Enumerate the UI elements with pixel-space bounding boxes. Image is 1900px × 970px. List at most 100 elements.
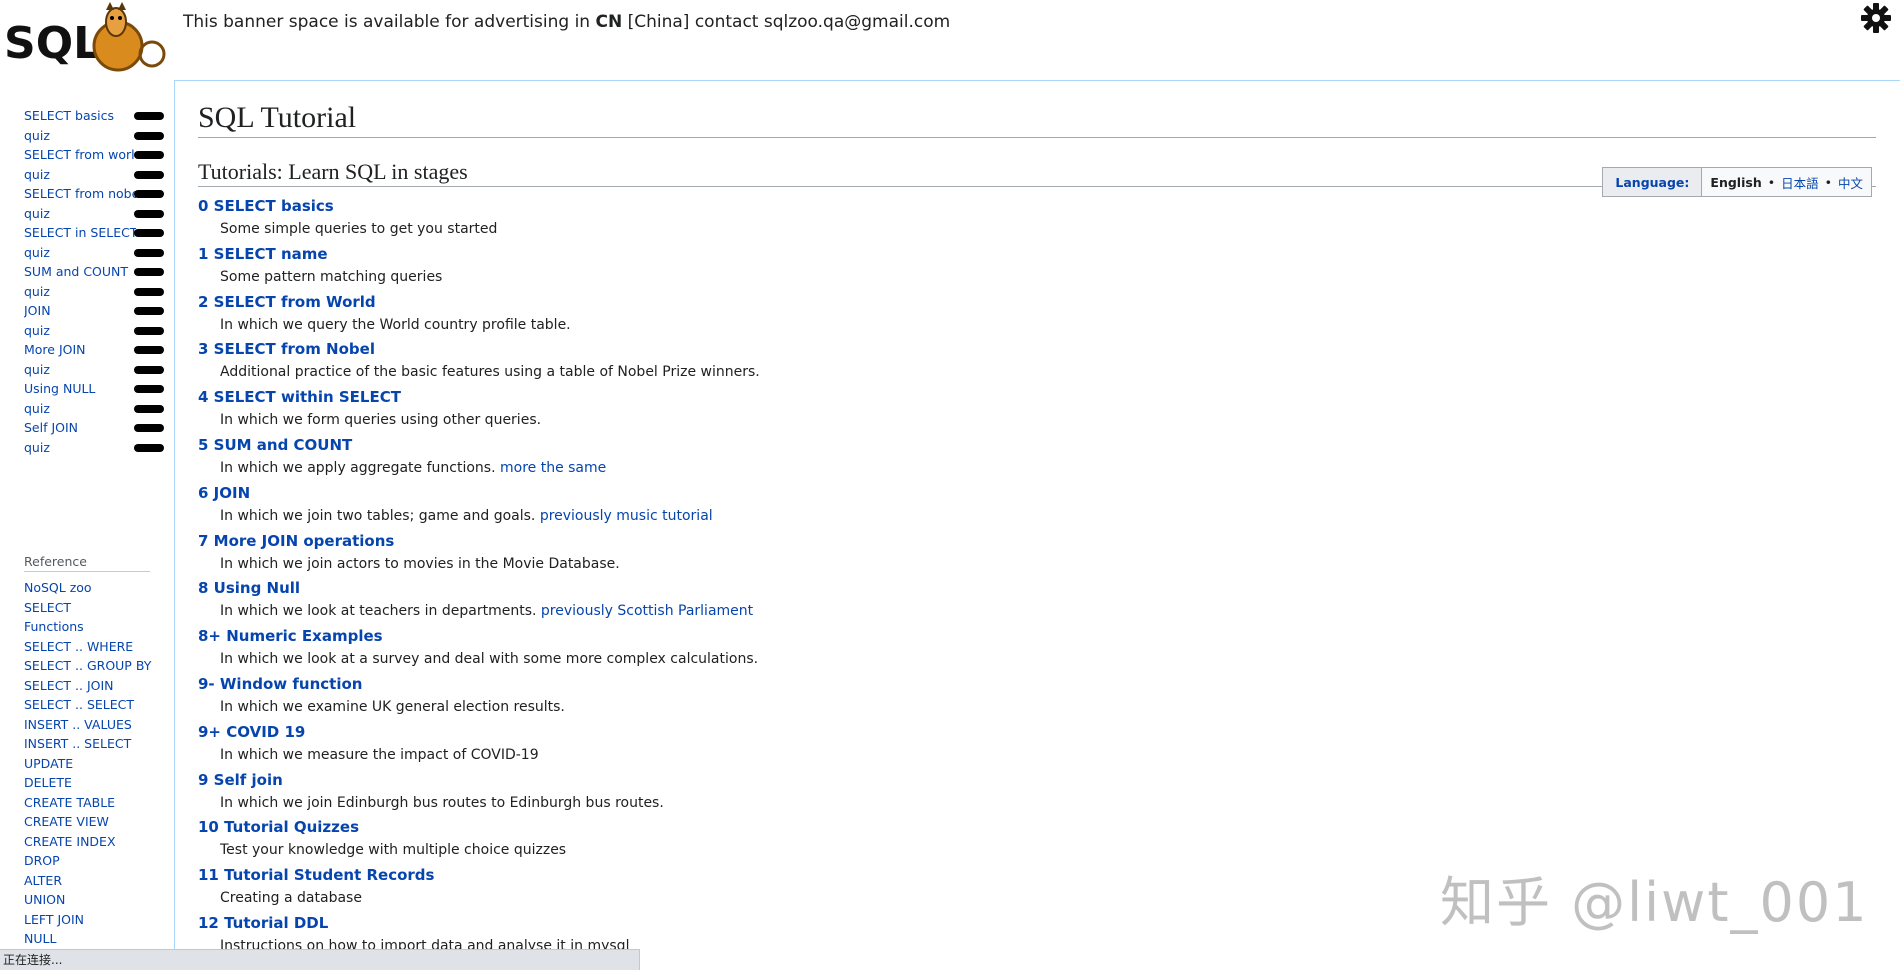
sidebar-reference-link[interactable]: SELECT .. SELECT — [24, 697, 134, 712]
sidebar-tutorial-link[interactable]: Using NULL — [24, 379, 136, 399]
sidebar-reference-item: SELECT .. GROUP BY — [24, 656, 151, 676]
tutorial-description-text: In which we look at teachers in departme… — [220, 603, 541, 620]
tutorial-title-link[interactable]: 6 JOIN — [198, 481, 760, 505]
tutorial-description: In which we query the World country prof… — [198, 314, 760, 338]
sidebar-reference-link[interactable]: UPDATE — [24, 756, 73, 771]
tutorial-list: 0 SELECT basics Some simple queries to ge… — [198, 194, 760, 959]
tutorial-title-link[interactable]: 2 SELECT from World — [198, 290, 760, 314]
gear-icon[interactable] — [1860, 2, 1892, 34]
sidebar-reference-nav: NoSQL zoo SELECT Functions SELECT .. WHERE S… — [24, 578, 151, 949]
tutorial-title-link[interactable]: 8+ Numeric Examples — [198, 624, 760, 648]
sidebar-tutorial-nav: SELECT basics quiz SELECT from world quiz SE… — [24, 106, 168, 457]
tutorial-description-text: Some simple queries to get you started — [220, 221, 498, 237]
sidebar-tutorial-link[interactable]: SELECT from world — [24, 145, 136, 165]
tutorial-title-link[interactable]: 7 More JOIN operations — [198, 529, 760, 553]
sidebar-reference-link[interactable]: SELECT .. GROUP BY — [24, 658, 151, 673]
tutorial-item: 11 Tutorial Student Records Creating a da… — [198, 863, 760, 911]
tutorial-description-text: In which we look at a survey and deal wi… — [220, 651, 759, 668]
sidebar-tutorial-link[interactable]: Self JOIN — [24, 418, 136, 438]
sidebar-reference-link[interactable]: INSERT .. SELECT — [24, 736, 131, 751]
sidebar-tutorial-link[interactable]: SELECT basics — [24, 106, 136, 126]
sidebar-tutorial-link[interactable]: SELECT from nobel — [24, 184, 136, 204]
tutorial-title-link[interactable]: 11 Tutorial Student Records — [198, 863, 760, 887]
sidebar-reference-link[interactable]: Functions — [24, 619, 84, 634]
sidebar-item: SELECT basics — [24, 106, 168, 126]
sidebar-quiz-link[interactable]: quiz — [24, 399, 136, 419]
tutorial-description: Some pattern matching queries — [198, 266, 760, 290]
language-selector: Language: English • 日本語 • 中文 — [1602, 167, 1872, 197]
sidebar-item: quiz — [24, 399, 168, 419]
tutorial-item: 6 JOIN In which we join two tables; game … — [198, 481, 760, 529]
tutorial-description: In which we form queries using other que… — [198, 409, 760, 433]
tutorial-description: In which we look at teachers in departme… — [198, 600, 760, 624]
tutorial-title-link[interactable]: 9+ COVID 19 — [198, 720, 760, 744]
sidebar-item: quiz — [24, 438, 168, 458]
tutorial-title-link[interactable]: 8 Using Null — [198, 576, 760, 600]
tutorial-description-text: In which we join two tables; game and go… — [220, 507, 540, 524]
sqlzoo-logo[interactable]: SQL — [0, 0, 170, 76]
sidebar-quiz-link[interactable]: quiz — [24, 360, 136, 380]
tutorial-item: 9+ COVID 19 In which we measure the impac… — [198, 720, 760, 768]
tutorial-title-link[interactable]: 12 Tutorial DDL — [198, 911, 760, 935]
tutorial-item: 8 Using Null In which we look at teachers… — [198, 576, 760, 624]
sidebar-reference-item: CREATE INDEX — [24, 832, 151, 852]
sidebar-reference-link[interactable]: CREATE VIEW — [24, 814, 109, 829]
tutorial-title-link[interactable]: 3 SELECT from Nobel — [198, 337, 760, 361]
sidebar-reference-link[interactable]: LEFT JOIN — [24, 912, 84, 927]
tutorial-item: 9- Window function In which we examine UK… — [198, 672, 760, 720]
tutorial-title-link[interactable]: 10 Tutorial Quizzes — [198, 815, 760, 839]
sidebar-quiz-link[interactable]: quiz — [24, 165, 136, 185]
tutorial-title-link[interactable]: 9- Window function — [198, 672, 760, 696]
sidebar-reference-item: SELECT .. WHERE — [24, 637, 151, 657]
sidebar-reference-item: NoSQL zoo — [24, 578, 151, 598]
sidebar-reference-item: UNION — [24, 890, 151, 910]
sidebar-reference-item: CREATE TABLE — [24, 793, 151, 813]
tutorial-extra-link[interactable]: previously music tutorial — [540, 508, 713, 524]
tutorial-title-link[interactable]: 5 SUM and COUNT — [198, 433, 760, 457]
progress-pill-icon — [134, 287, 164, 296]
sidebar-tutorial-link[interactable]: SUM and COUNT — [24, 262, 136, 282]
sidebar-item: quiz — [24, 282, 168, 302]
language-option-japanese[interactable]: 日本語 — [1781, 173, 1819, 192]
tutorial-title-link[interactable]: 0 SELECT basics — [198, 194, 760, 218]
sidebar-reference-link[interactable]: SELECT .. WHERE — [24, 639, 133, 654]
sidebar-tutorial-link[interactable]: More JOIN — [24, 340, 136, 360]
sidebar-reference-item: UPDATE — [24, 754, 151, 774]
tutorial-description: Some simple queries to get you started — [198, 218, 760, 242]
sidebar-reference-link[interactable]: SELECT — [24, 600, 71, 615]
banner-text-before: This banner space is available for adver… — [183, 12, 596, 32]
sidebar-reference-link[interactable]: DELETE — [24, 775, 72, 790]
sidebar-quiz-link[interactable]: quiz — [24, 321, 136, 341]
sidebar-quiz-link[interactable]: quiz — [24, 282, 136, 302]
tutorial-description-text: In which we form queries using other que… — [220, 412, 542, 429]
progress-pill-icon — [134, 190, 164, 198]
sidebar-reference-link[interactable]: NULL — [24, 931, 56, 946]
tutorial-title-link[interactable]: 4 SELECT within SELECT — [198, 385, 760, 409]
progress-pill-icon — [134, 112, 164, 120]
tutorial-extra-link[interactable]: previously Scottish Parliament — [541, 603, 753, 619]
tutorial-extra-link[interactable]: more the same — [500, 460, 606, 476]
tutorial-description: In which we look at a survey and deal wi… — [198, 648, 760, 672]
sidebar-reference-link[interactable]: SELECT .. JOIN — [24, 678, 114, 693]
tutorial-title-link[interactable]: 9 Self join — [198, 768, 760, 792]
sidebar-reference-link[interactable]: NoSQL zoo — [24, 580, 92, 595]
sidebar-reference-link[interactable]: INSERT .. VALUES — [24, 717, 132, 732]
language-option-chinese[interactable]: 中文 — [1838, 173, 1863, 192]
sidebar-quiz-link[interactable]: quiz — [24, 204, 136, 224]
tutorial-description: Creating a database — [198, 887, 760, 911]
sidebar-tutorial-link[interactable]: JOIN — [24, 301, 136, 321]
sidebar-tutorial-link[interactable]: SELECT in SELECT — [24, 223, 136, 243]
sidebar-reference-link[interactable]: ALTER — [24, 873, 62, 888]
progress-pill-icon — [134, 385, 164, 393]
sidebar-reference-link[interactable]: CREATE TABLE — [24, 795, 115, 810]
sidebar-reference-link[interactable]: DROP — [24, 853, 60, 868]
sidebar-reference-link[interactable]: CREATE INDEX — [24, 834, 116, 849]
sidebar-quiz-link[interactable]: quiz — [24, 438, 136, 458]
sidebar-reference-link[interactable]: UNION — [24, 892, 65, 907]
tutorial-title-link[interactable]: 1 SELECT name — [198, 242, 760, 266]
language-separator: • — [1767, 174, 1776, 190]
sidebar-quiz-link[interactable]: quiz — [24, 243, 136, 263]
progress-pill-icon — [134, 131, 164, 140]
sidebar-quiz-link[interactable]: quiz — [24, 126, 136, 146]
progress-pill-icon — [134, 268, 164, 276]
